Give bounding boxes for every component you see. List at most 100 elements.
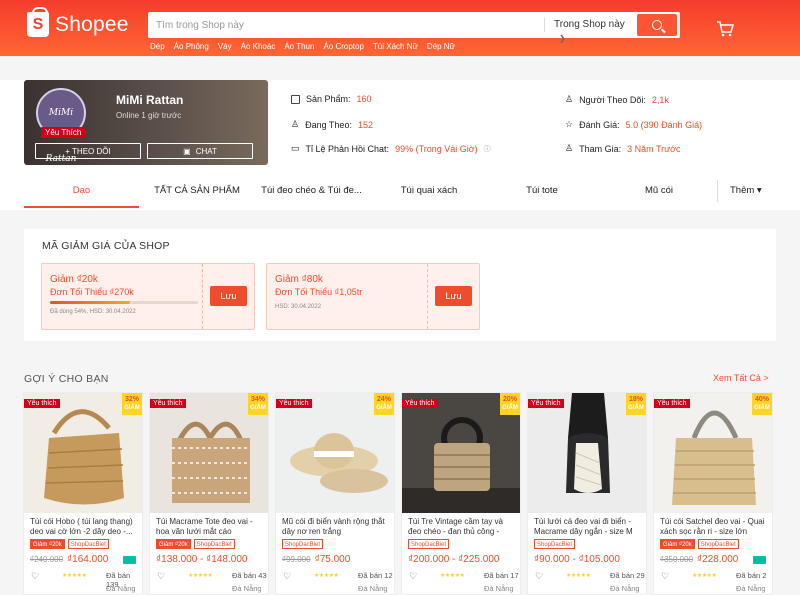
stat-label: Đánh Giá: <box>579 119 620 130</box>
star-icon: ☆ <box>565 119 574 129</box>
heart-icon[interactable]: ♡ <box>409 571 417 582</box>
keyword-link[interactable]: Túi Xách Nữ <box>373 42 418 51</box>
heart-icon[interactable]: ♡ <box>283 571 291 582</box>
voucher-tag: Giảm ₫20k <box>156 539 191 549</box>
shop-section: MiMi Rattan Yêu Thích MiMi Rattan Online… <box>0 80 800 210</box>
discount-label: GIẢM <box>124 405 140 411</box>
stat-value: 99% (Trong Vài Giờ) <box>395 143 478 154</box>
shop-name: MiMi Rattan <box>116 93 184 107</box>
cart-icon[interactable] <box>716 21 734 37</box>
tab-all-products[interactable]: TẤT CẢ SẢN PHẨM <box>142 180 252 208</box>
location: Đà Nẵng <box>358 584 388 593</box>
tab-tote[interactable]: Túi tote <box>492 180 592 208</box>
search-button[interactable] <box>637 14 677 36</box>
location: Đà Nẵng <box>232 584 262 593</box>
voucher-progress-fill <box>50 301 130 304</box>
tab-more[interactable]: Thêm ▾ <box>717 180 762 202</box>
rating-stars: ★★★★★ <box>314 573 339 579</box>
stat-label: Đang Theo: <box>305 119 352 130</box>
see-all-link[interactable]: Xem Tất Cả > <box>713 373 769 383</box>
discount-badge: 40% GIẢM <box>752 393 772 415</box>
new-price: ₫90.000 - ₫105.000 <box>534 554 620 565</box>
product-price: ₫138.000 - ₫148.000 <box>156 554 247 565</box>
product-card[interactable]: Yêu thích 34% GIẢM Túi Macrame Tote đeo v… <box>149 392 269 595</box>
stat-value: 5.0 (390 Đánh Giá) <box>625 119 703 130</box>
favorite-badge: Yêu Thích <box>41 127 86 138</box>
discount-value: 20% <box>502 396 517 403</box>
logo-text: Shopee <box>55 12 129 36</box>
discount-badge: 24% GIẢM <box>374 393 394 415</box>
keyword-link[interactable]: Dép Nữ <box>427 42 455 51</box>
heart-icon[interactable]: ♡ <box>31 571 39 582</box>
tab-handbag[interactable]: Túi quai xách <box>374 180 484 208</box>
discount-badge: 20% GIẢM <box>500 393 520 415</box>
voucher-save-button[interactable]: Lưu <box>435 286 472 306</box>
product-card[interactable]: Yêu thích 24% GIẢM Mũ cói đi biển vành rộ… <box>275 392 395 595</box>
stat-joined: ♙ Tham Gia: 3 Năm Trước <box>565 143 681 154</box>
product-tags: ShopDacBiet <box>408 539 450 549</box>
search-icon <box>652 20 662 30</box>
chat-label: CHAT <box>195 146 217 156</box>
voucher-min: Đơn Tối Thiểu ₫1,05tr <box>275 287 363 297</box>
keyword-link[interactable]: Áo Khoác <box>241 42 276 51</box>
sold-count: Đã bán 12 <box>358 571 393 580</box>
stat-rating: ☆ Đánh Giá: 5.0 (390 Đánh Giá) <box>565 119 702 130</box>
product-name: Túi cói Satchel đeo vai - Quai xách sọc … <box>660 517 765 536</box>
stat-label: Tỉ Lệ Phản Hồi Chat: <box>305 143 390 154</box>
product-price: ₫350.000 ₫228.000 <box>660 554 738 565</box>
keyword-link[interactable]: Váy <box>218 42 232 51</box>
chat-button[interactable]: ▣ CHAT <box>147 143 253 159</box>
info-icon[interactable]: ⓘ <box>484 144 491 154</box>
keyword-link[interactable]: Áo Thun <box>284 42 314 51</box>
discount-label: GIẢM <box>502 405 518 411</box>
voucher-amount: Giảm ₫80k <box>275 274 323 285</box>
product-card[interactable]: Yêu thích 18% GIẢM Túi lưới cá đeo vai đi… <box>527 392 647 595</box>
follow-button[interactable]: + THEO DÕI <box>35 143 141 159</box>
voucher-save-button[interactable]: Lưu <box>210 286 247 306</box>
search-bar: Trong Shop này ❯ <box>148 12 680 43</box>
product-card[interactable]: Yêu thích 20% GIẢM Túi Tre Vintage cầm ta… <box>401 392 521 595</box>
voucher-min: Đơn Tối Thiểu ₫270k <box>50 287 134 297</box>
free-ship-icon <box>753 556 766 564</box>
search-scope-dropdown[interactable]: Trong Shop này ❯ <box>544 18 634 43</box>
shop-tag: ShopDacBiet <box>534 539 576 549</box>
new-price: ₫200.000 - ₫225.000 <box>408 554 500 565</box>
keyword-link[interactable]: Áo Phông <box>174 42 209 51</box>
product-card[interactable]: Yêu thích 32% GIẢM Túi cói Hobo ( túi lan… <box>23 392 143 595</box>
favorite-badge: Yêu thích <box>654 399 690 408</box>
old-price: ₫350.000 <box>660 555 694 564</box>
product-card[interactable]: Yêu thích 40% GIẢM Túi cói Satchel đeo va… <box>653 392 773 595</box>
heart-icon[interactable]: ♡ <box>535 571 543 582</box>
discount-label: GIẢM <box>250 405 266 411</box>
voucher-divider <box>427 264 428 329</box>
tab-dao[interactable]: Dạo <box>24 180 139 208</box>
discount-badge: 18% GIẢM <box>626 393 646 415</box>
tab-crossbody[interactable]: Túi đeo chéo & Túi đe... <box>254 180 369 208</box>
keyword-link[interactable]: Dép <box>150 42 165 51</box>
shopee-logo[interactable]: S Shopee <box>27 7 129 37</box>
product-name: Túi Tre Vintage cầm tay và đeo chéo - đa… <box>408 517 504 536</box>
heart-icon[interactable]: ♡ <box>661 571 669 582</box>
old-price: ₫99.000 <box>282 555 311 564</box>
tab-hat[interactable]: Mũ cói <box>604 180 714 208</box>
keyword-link[interactable]: Áo Croptop <box>323 42 363 51</box>
voucher-card: Giảm ₫80k Đơn Tối Thiểu ₫1,05tr HSD: 30.… <box>266 263 480 330</box>
stat-value: 2,1k <box>651 94 669 105</box>
heart-icon[interactable]: ♡ <box>157 571 165 582</box>
product-tags: ShopDacBiet <box>282 539 324 549</box>
recommend-title: GỢI Ý CHO BẠN <box>24 373 109 385</box>
shop-card: MiMi Rattan Yêu Thích MiMi Rattan Online… <box>24 80 268 165</box>
product-tags: Giảm ₫20k ShopDacBiet <box>30 539 109 549</box>
shop-tag: ShopDacBiet <box>697 539 739 549</box>
voucher-progress <box>50 301 198 304</box>
discount-value: 24% <box>376 396 391 403</box>
rating-stars: ★★★★★ <box>440 573 465 579</box>
new-price: ₫164.000 <box>67 554 109 565</box>
joined-icon: ♙ <box>565 143 574 153</box>
product-price: ₫240.000 ₫164.000 <box>30 554 108 565</box>
shop-tabs: Dạo TẤT CẢ SẢN PHẨM Túi đeo chéo & Túi đ… <box>24 180 776 208</box>
discount-value: 18% <box>628 396 643 403</box>
search-input[interactable] <box>156 12 536 38</box>
stat-value: 3 Năm Trước <box>627 143 681 154</box>
favorite-badge: Yêu thích <box>402 399 438 408</box>
